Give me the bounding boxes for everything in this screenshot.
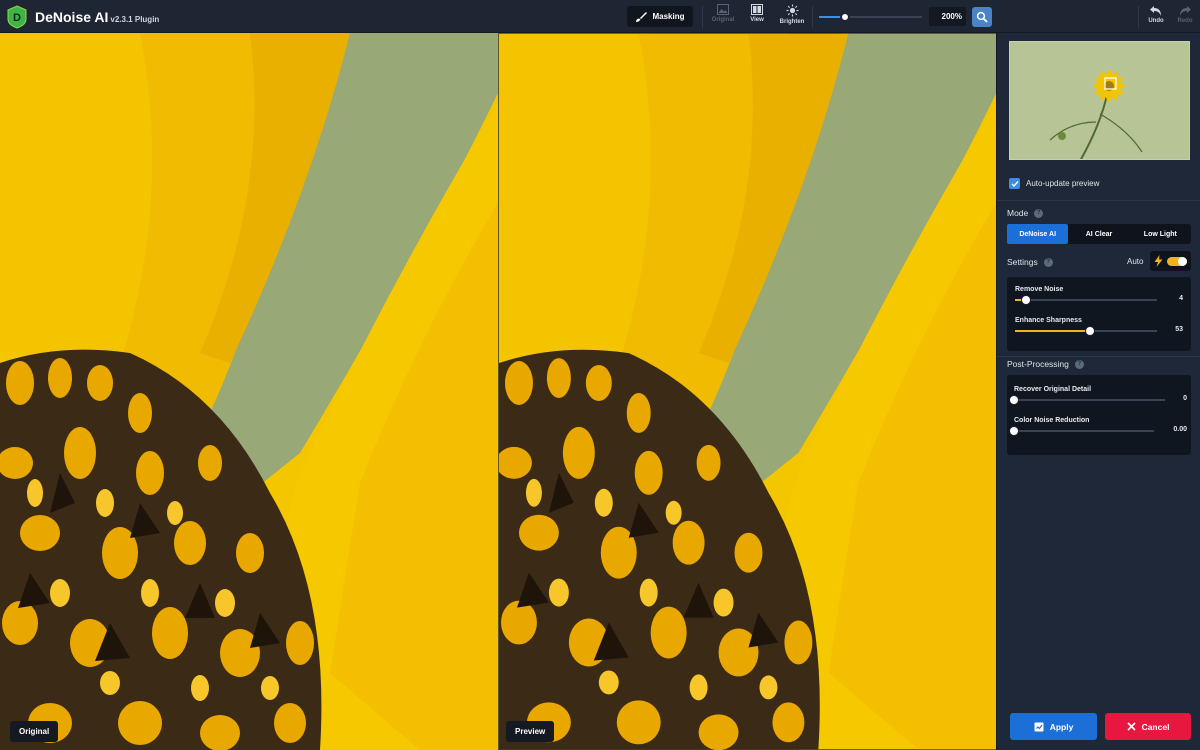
original-image bbox=[0, 33, 498, 750]
toggle-track bbox=[1167, 257, 1187, 266]
original-pane-label: Original bbox=[10, 721, 59, 742]
auto-settings-toggle[interactable] bbox=[1150, 251, 1191, 271]
recover-detail-slider-handle[interactable] bbox=[1009, 395, 1019, 405]
apply-label: Apply bbox=[1049, 721, 1074, 732]
brighten-button[interactable]: Brighten bbox=[772, 4, 812, 30]
enhance-sharpness-slider-fill bbox=[1015, 330, 1091, 332]
remove-noise-slider[interactable] bbox=[1015, 295, 1157, 305]
zoom-button[interactable] bbox=[972, 7, 992, 27]
post-processing-sliders-box: Recover Original Detail 0 Color Noise Re… bbox=[1007, 375, 1191, 455]
remove-noise-slider-handle[interactable] bbox=[1021, 295, 1032, 305]
magnifier-icon bbox=[976, 11, 988, 23]
auto-label: Auto bbox=[1127, 257, 1144, 266]
zoom-slider-handle[interactable] bbox=[839, 12, 850, 22]
question-circle-icon[interactable]: ? bbox=[1043, 257, 1053, 267]
post-processing-section-title: Post-Processing ? bbox=[1007, 359, 1084, 369]
color-noise-value[interactable]: 0.00 bbox=[1173, 426, 1187, 433]
recover-detail-label: Recover Original Detail bbox=[1014, 386, 1092, 393]
recover-detail-slider[interactable] bbox=[1009, 395, 1165, 405]
toolbar-divider bbox=[812, 6, 813, 28]
mode-denoise-ai-button[interactable]: DeNoise AI bbox=[1007, 224, 1069, 244]
enhance-sharpness-slider-handle[interactable] bbox=[1085, 326, 1096, 336]
split-divider[interactable] bbox=[498, 33, 499, 750]
color-noise-slider-handle[interactable] bbox=[1009, 426, 1019, 436]
zoom-level-field[interactable]: 200% bbox=[929, 7, 966, 26]
question-circle-icon[interactable]: ? bbox=[1074, 359, 1084, 369]
settings-section-title: Settings ? bbox=[1007, 257, 1053, 267]
navigator-image bbox=[1010, 42, 1189, 159]
close-x-icon bbox=[1126, 722, 1136, 731]
mode-title: Mode bbox=[1007, 208, 1029, 218]
redo-button[interactable]: Redo bbox=[1172, 5, 1198, 29]
mode-low-light-button[interactable]: Low Light bbox=[1130, 224, 1191, 244]
undo-button[interactable]: Undo bbox=[1143, 5, 1169, 29]
lightning-icon bbox=[1154, 255, 1163, 267]
settings-panel: Auto-update preview Mode ? DeNoise AI AI… bbox=[996, 33, 1200, 750]
app-version: v2.3.1 Plugin bbox=[110, 15, 160, 24]
masking-label: Masking bbox=[652, 12, 685, 21]
image-icon bbox=[717, 4, 729, 15]
panel-divider bbox=[997, 356, 1200, 357]
brighten-label: Brighten bbox=[779, 19, 805, 25]
mode-section-title: Mode ? bbox=[1007, 208, 1044, 218]
top-toolbar: D DeNoise AI v2.3.1 Plugin Masking Origin… bbox=[0, 0, 1200, 33]
apply-button[interactable]: Apply bbox=[1010, 713, 1097, 740]
color-noise-slider[interactable] bbox=[1009, 426, 1154, 436]
enhance-sharpness-value[interactable]: 53 bbox=[1175, 326, 1183, 333]
color-noise-label: Color Noise Reduction bbox=[1014, 417, 1090, 424]
auto-update-label: Auto-update preview bbox=[1026, 179, 1100, 188]
apply-icon bbox=[1034, 722, 1044, 731]
settings-sliders-box: Remove Noise 4 Enhance Sharpness 53 bbox=[1007, 277, 1191, 351]
split-view-button[interactable]: View bbox=[737, 4, 777, 30]
topaz-d-logo-icon: D bbox=[7, 5, 27, 29]
zoom-slider[interactable] bbox=[819, 12, 922, 22]
question-circle-icon[interactable]: ? bbox=[1034, 208, 1044, 218]
sun-icon bbox=[786, 4, 798, 17]
app-title: DeNoise AI v2.3.1 Plugin bbox=[35, 9, 159, 25]
remove-noise-label: Remove Noise bbox=[1015, 286, 1064, 293]
redo-label: Redo bbox=[1177, 18, 1193, 24]
toggle-knob bbox=[1178, 257, 1187, 266]
brush-icon bbox=[636, 11, 648, 22]
settings-title: Settings bbox=[1007, 257, 1038, 267]
mode-selector: DeNoise AI AI Clear Low Light bbox=[1007, 224, 1191, 244]
navigator-thumbnail[interactable] bbox=[1009, 41, 1190, 160]
original-image-pane[interactable]: Original bbox=[0, 33, 498, 750]
mode-ai-clear-button[interactable]: AI Clear bbox=[1068, 224, 1129, 244]
toolbar-divider bbox=[1138, 6, 1139, 28]
enhance-sharpness-label: Enhance Sharpness bbox=[1015, 317, 1082, 324]
original-view-label: Original bbox=[711, 17, 735, 23]
logo-letter: D bbox=[13, 12, 21, 24]
preview-image bbox=[499, 33, 996, 750]
enhance-sharpness-slider[interactable] bbox=[1015, 326, 1157, 336]
cancel-label: Cancel bbox=[1141, 721, 1170, 732]
view-label: View bbox=[750, 17, 764, 23]
masking-button[interactable]: Masking bbox=[627, 6, 693, 27]
remove-noise-value[interactable]: 4 bbox=[1179, 295, 1183, 302]
panel-divider bbox=[997, 200, 1200, 201]
preview-image-pane[interactable]: Preview bbox=[499, 33, 996, 750]
cancel-button[interactable]: Cancel bbox=[1105, 713, 1191, 740]
redo-arrow-icon bbox=[1180, 6, 1191, 16]
undo-arrow-icon bbox=[1150, 6, 1161, 16]
split-view-icon bbox=[751, 4, 763, 15]
preview-pane-label: Preview bbox=[506, 721, 555, 742]
undo-label: Undo bbox=[1148, 18, 1164, 24]
auto-update-checkbox[interactable]: Auto-update preview bbox=[1009, 178, 1099, 189]
post-processing-title: Post-Processing bbox=[1007, 359, 1069, 369]
checkbox-checked-icon bbox=[1009, 178, 1020, 189]
recover-detail-value[interactable]: 0 bbox=[1183, 395, 1187, 402]
app-name: DeNoise AI bbox=[35, 9, 109, 25]
